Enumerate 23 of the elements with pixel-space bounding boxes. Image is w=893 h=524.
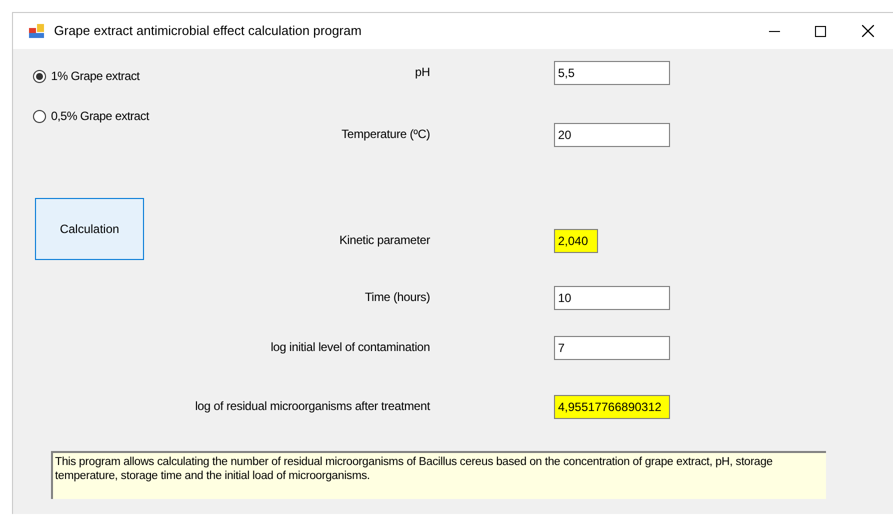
radio-label: 0,5% Grape extract: [51, 108, 149, 125]
field-label: Temperature (ºC): [340, 126, 430, 143]
close-icon: [862, 25, 874, 37]
field-label: pH: [414, 64, 430, 81]
window-title: Grape extract antimicrobial effect calculation program: [54, 22, 362, 40]
field-label: log initial level of contamination: [270, 339, 430, 356]
description-box: This program allows calculating the number of residual microorganisms of Bacillus cereus based on the concentration of grape extract, pH, storage temperature, storage time and the initial load of microorganisms.: [51, 451, 826, 499]
field-label: log of residual microorganisms after treatment: [194, 398, 430, 415]
maximize-icon: [814, 26, 826, 36]
text-field[interactable]: 4,95517766890312: [554, 395, 670, 419]
minimize-icon: [768, 30, 780, 32]
text-field[interactable]: 5,5: [554, 61, 670, 85]
radio-label: 1% Grape extract: [51, 68, 140, 85]
radio-button[interactable]: [33, 110, 46, 122]
text-field[interactable]: 10: [554, 286, 670, 310]
radio-button[interactable]: [33, 70, 46, 82]
text-field[interactable]: 20: [554, 123, 670, 147]
field-label: Kinetic parameter: [338, 232, 430, 249]
calculation-button[interactable]: Calculation: [35, 198, 144, 260]
text-field[interactable]: 2,040: [554, 229, 598, 253]
text-field[interactable]: 7: [554, 336, 670, 360]
field-label: Time (hours): [364, 289, 430, 306]
app-icon: [29, 24, 45, 38]
